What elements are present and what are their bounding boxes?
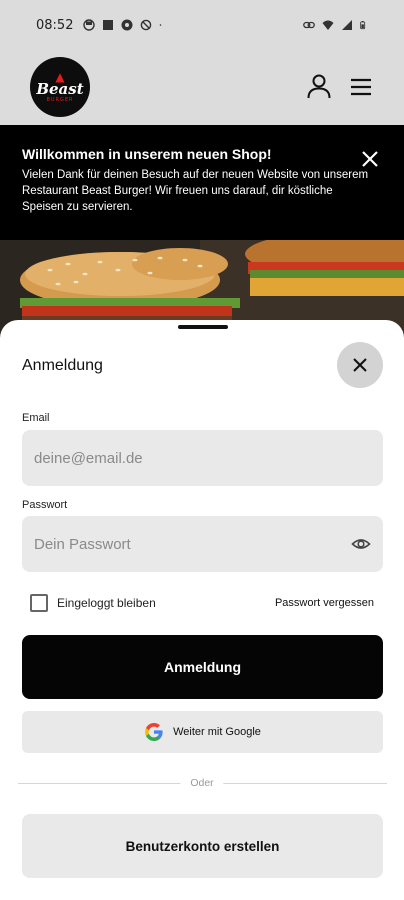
hamburger-menu-icon[interactable] — [348, 74, 374, 100]
app-header: ▲ Beast BURGER — [0, 50, 404, 125]
google-login-label: Weiter mit Google — [173, 726, 261, 738]
link-icon — [303, 21, 315, 29]
logo-subtext: BURGER — [46, 96, 74, 103]
email-input[interactable] — [34, 449, 371, 467]
notification-face-icon — [83, 19, 96, 31]
status-bar: 08:52 — [0, 0, 404, 50]
forgot-password-link[interactable]: Passwort vergessen — [275, 597, 374, 609]
password-field-container — [22, 516, 383, 572]
more-notifications-dot-icon — [160, 24, 162, 26]
login-button[interactable]: Anmeldung — [22, 635, 383, 699]
close-sheet-button[interactable] — [337, 342, 383, 388]
google-icon — [145, 723, 163, 741]
password-input[interactable] — [34, 535, 351, 553]
beast-burger-logo[interactable]: ▲ Beast BURGER — [30, 57, 90, 117]
notification-app-icon — [121, 19, 133, 31]
eye-icon[interactable] — [351, 534, 371, 554]
notification-square-icon — [103, 20, 114, 30]
login-sheet: Anmeldung Email Passwort Eingeloggt blei… — [0, 320, 404, 900]
do-not-disturb-icon — [141, 19, 152, 31]
banner-text: Vielen Dank für deinen Besuch auf der ne… — [22, 169, 369, 213]
sheet-title: Anmeldung — [22, 357, 103, 374]
password-label: Passwort — [22, 499, 68, 511]
welcome-banner: Willkommen in unserem neuen Shop! Vielen… — [0, 125, 404, 240]
status-time: 08:52 — [36, 17, 74, 33]
create-account-button[interactable]: Benutzerkonto erstellen — [22, 814, 383, 878]
remember-checkbox[interactable] — [30, 594, 48, 612]
logo-text: Beast — [36, 79, 84, 98]
remember-label: Eingeloggt bleiben — [57, 596, 156, 610]
battery-icon — [360, 21, 366, 30]
divider-text: Oder — [180, 777, 224, 789]
wifi-icon — [322, 20, 334, 30]
email-field-container — [22, 430, 383, 486]
google-login-button[interactable]: Weiter mit Google — [22, 711, 383, 753]
signal-icon — [342, 20, 352, 30]
email-label: Email — [22, 412, 50, 424]
remember-me[interactable]: Eingeloggt bleiben — [30, 594, 156, 612]
banner-close-icon[interactable] — [360, 149, 380, 169]
close-icon — [353, 358, 367, 372]
sheet-drag-handle[interactable] — [178, 325, 228, 329]
status-icons-right — [303, 19, 368, 31]
status-icons-left — [83, 19, 165, 31]
user-icon[interactable] — [305, 72, 333, 100]
banner-title: Willkommen in unserem neuen Shop! — [22, 146, 272, 162]
